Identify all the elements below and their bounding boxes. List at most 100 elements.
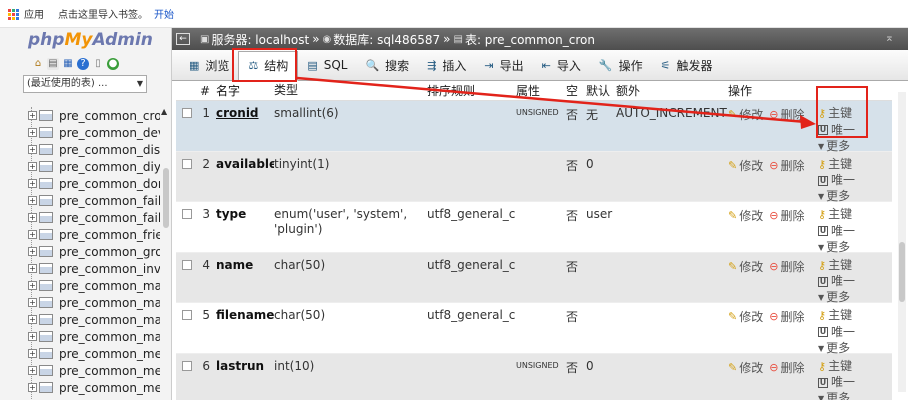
- sidebar-table-label[interactable]: pre_common_frier: [59, 228, 160, 242]
- breadcrumb-table[interactable]: 表: pre_common_cron: [465, 31, 595, 48]
- expand-icon[interactable]: +: [28, 332, 37, 341]
- edit-button[interactable]: ✎ 修改: [728, 157, 763, 174]
- exit-icon[interactable]: ▤: [47, 58, 59, 70]
- expand-icon[interactable]: +: [28, 196, 37, 205]
- collapse-icon[interactable]: ⌅: [885, 31, 894, 44]
- breadcrumb-server[interactable]: 服务器: localhost: [211, 31, 309, 48]
- expand-icon[interactable]: +: [28, 230, 37, 239]
- sidebar-table-item[interactable]: + pre_common_dev: [28, 124, 160, 141]
- primary-key-button[interactable]: ⚷ 主键: [818, 207, 852, 222]
- edit-button[interactable]: ✎ 修改: [728, 106, 763, 123]
- sidebar-table-item[interactable]: + pre_common_don: [28, 175, 160, 192]
- tab-import[interactable]: ⇤ 导入: [533, 51, 590, 80]
- expand-icon[interactable]: +: [28, 247, 37, 256]
- scroll-up-icon[interactable]: ▲: [161, 107, 167, 116]
- sidebar-table-label[interactable]: pre_common_mag: [59, 296, 160, 310]
- breadcrumb-database[interactable]: 数据库: sql486587: [333, 31, 440, 48]
- sidebar-table-item[interactable]: + pre_common_cron: [28, 107, 160, 124]
- sidebar-table-item[interactable]: + pre_common_grou: [28, 243, 160, 260]
- sidebar-table-item[interactable]: + pre_common_mer: [28, 379, 160, 396]
- unique-button[interactable]: U 唯一: [818, 173, 855, 188]
- row-checkbox[interactable]: [182, 310, 192, 320]
- expand-icon[interactable]: +: [28, 179, 37, 188]
- edit-button[interactable]: ✎ 修改: [728, 308, 763, 325]
- sidebar-table-item[interactable]: + pre_common_mai: [28, 311, 160, 328]
- sidebar-table-label[interactable]: pre_common_mag: [59, 279, 160, 293]
- docs-icon[interactable]: ▯: [92, 58, 104, 70]
- tab-insert[interactable]: ⇶ 插入: [418, 51, 475, 80]
- sidebar-table-label[interactable]: pre_common_faile: [59, 194, 160, 208]
- sidebar-table-label[interactable]: pre_common_invit: [59, 262, 160, 276]
- more-button[interactable]: ▼ 更多: [818, 290, 850, 305]
- row-checkbox[interactable]: [182, 158, 192, 169]
- phpmyadmin-logo[interactable]: phpMyAdmin: [28, 30, 153, 50]
- primary-key-button[interactable]: ⚷ 主键: [818, 308, 852, 323]
- table-row[interactable]: 6 lastrun int(10) UNSIGNED 否 0 ✎ 修改 ⊖ 删除 ⚷ 主键 U 唯一 ▼ 更多: [176, 353, 892, 400]
- sidebar-table-item[interactable]: + pre_common_mag: [28, 277, 160, 294]
- unique-button[interactable]: U 唯一: [818, 375, 855, 390]
- more-button[interactable]: ▼ 更多: [818, 391, 850, 400]
- sidebar-table-label[interactable]: pre_common_mai: [59, 330, 160, 344]
- sidebar-table-item[interactable]: + pre_common_mag: [28, 294, 160, 311]
- table-row[interactable]: 2 available tinyint(1) 否 0 ✎ 修改 ⊖ 删除 ⚷ 主键 U 唯一 ▼ 更多: [176, 151, 892, 204]
- settings-icon[interactable]: ●: [107, 58, 119, 70]
- sidebar-table-label[interactable]: pre_common_diy_: [59, 160, 160, 174]
- edit-button[interactable]: ✎ 修改: [728, 359, 763, 376]
- drop-button[interactable]: ⊖ 删除: [769, 359, 804, 376]
- drop-button[interactable]: ⊖ 删除: [769, 308, 804, 325]
- sidebar-table-label[interactable]: pre_common_mer: [59, 381, 160, 395]
- drop-button[interactable]: ⊖ 删除: [769, 157, 804, 174]
- apps-grid-icon[interactable]: [8, 8, 19, 20]
- scrollbar-thumb[interactable]: [899, 242, 905, 302]
- sidebar-table-item[interactable]: + pre_common_dist: [28, 141, 160, 158]
- tab-trigger[interactable]: ⚟ 触发器: [652, 51, 722, 80]
- primary-key-button[interactable]: ⚷ 主键: [818, 157, 852, 172]
- expand-icon[interactable]: +: [28, 315, 37, 324]
- expand-icon[interactable]: +: [28, 298, 37, 307]
- right-scrollbar[interactable]: [898, 92, 906, 392]
- tab-search[interactable]: 🔍 搜索: [356, 51, 418, 80]
- more-button[interactable]: ▼ 更多: [818, 189, 850, 204]
- expand-icon[interactable]: +: [28, 162, 37, 171]
- expand-icon[interactable]: +: [28, 383, 37, 392]
- column-name[interactable]: cronid: [216, 106, 274, 120]
- more-button[interactable]: ▼ 更多: [818, 240, 850, 255]
- unique-button[interactable]: U 唯一: [818, 274, 855, 289]
- sidebar-table-label[interactable]: pre_common_grou: [59, 245, 160, 259]
- expand-icon[interactable]: +: [28, 264, 37, 273]
- tab-export[interactable]: ⇥ 导出: [475, 51, 532, 80]
- expand-icon[interactable]: +: [28, 128, 37, 137]
- more-button[interactable]: ▼ 更多: [818, 341, 850, 356]
- unique-button[interactable]: U 唯一: [818, 325, 855, 340]
- sidebar-table-item[interactable]: + pre_common_mer: [28, 345, 160, 362]
- row-checkbox[interactable]: [182, 259, 192, 270]
- row-checkbox[interactable]: [182, 209, 192, 219]
- drop-button[interactable]: ⊖ 删除: [769, 207, 804, 224]
- sidebar-table-label[interactable]: pre_common_faile: [59, 211, 160, 225]
- help-icon[interactable]: ?: [77, 58, 89, 70]
- sidebar-table-item[interactable]: + pre_common_frier: [28, 226, 160, 243]
- primary-key-button[interactable]: ⚷ 主键: [818, 359, 852, 374]
- back-arrow-icon[interactable]: ←: [176, 33, 190, 45]
- row-checkbox[interactable]: [182, 108, 192, 118]
- table-row[interactable]: 4 name char(50) utf8_general_ci 否 ✎ 修改 ⊖ 删除 ⚷ 主键 U 唯…: [176, 252, 892, 305]
- drop-button[interactable]: ⊖ 删除: [769, 106, 804, 123]
- unique-button[interactable]: U 唯一: [818, 224, 855, 239]
- sidebar-table-label[interactable]: pre_common_cron: [59, 109, 160, 123]
- expand-icon[interactable]: +: [28, 145, 37, 154]
- table-row[interactable]: 5 filename char(50) utf8_general_ci 否 ✎ 修改 ⊖ 删除 ⚷…: [176, 303, 892, 356]
- expand-icon[interactable]: +: [28, 111, 37, 120]
- expand-icon[interactable]: +: [28, 281, 37, 290]
- expand-icon[interactable]: +: [28, 366, 37, 375]
- edit-button[interactable]: ✎ 修改: [728, 207, 763, 224]
- expand-icon[interactable]: +: [28, 213, 37, 222]
- primary-key-button[interactable]: ⚷ 主键: [818, 258, 852, 273]
- drop-button[interactable]: ⊖ 删除: [769, 258, 804, 275]
- sidebar-table-item[interactable]: + pre_common_mer: [28, 362, 160, 379]
- tab-wrench[interactable]: 🔧 操作: [590, 51, 652, 80]
- sidebar-table-label[interactable]: pre_common_dist: [59, 143, 160, 157]
- sidebar-table-label[interactable]: pre_common_mer: [59, 364, 160, 378]
- sidebar-table-label[interactable]: pre_common_don: [59, 177, 160, 191]
- left-scrollbar[interactable]: [163, 168, 169, 228]
- row-checkbox[interactable]: [182, 360, 192, 371]
